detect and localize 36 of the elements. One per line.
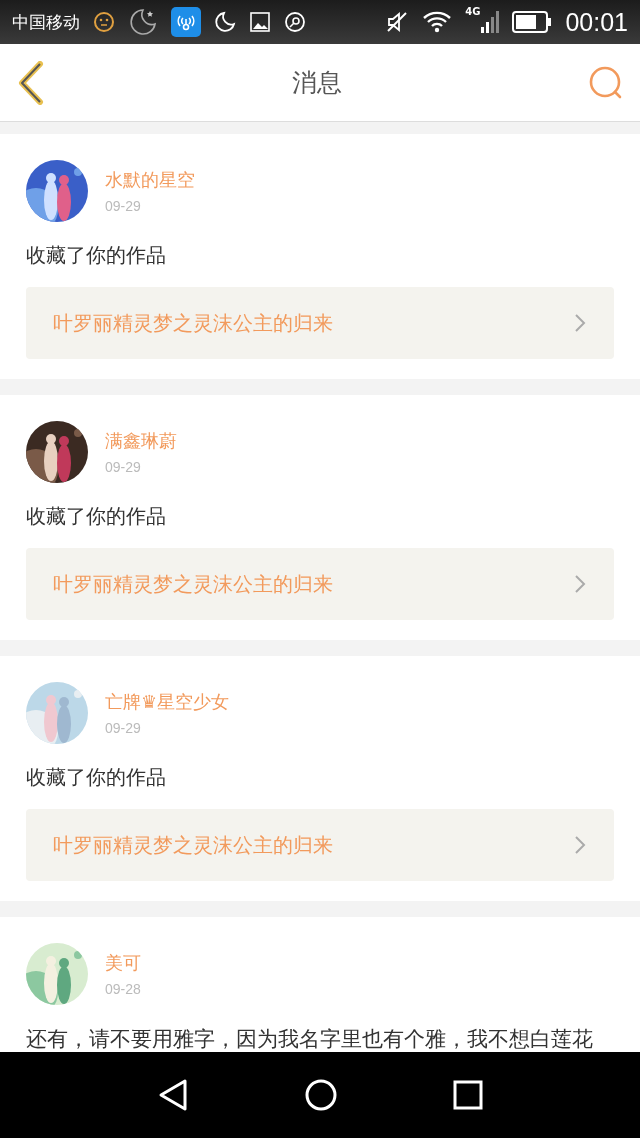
- chevron-right-icon: [574, 574, 586, 594]
- network-type: 4G: [465, 6, 481, 17]
- moon-icon: [214, 11, 236, 33]
- moon-star-icon: [128, 7, 158, 37]
- user-name[interactable]: 亡牌♛星空少女: [105, 690, 230, 714]
- back-nav-button[interactable]: [157, 1078, 190, 1112]
- chevron-right-icon: [574, 313, 586, 333]
- signal-icon: [481, 11, 500, 33]
- face-icon: [93, 11, 115, 33]
- user-name[interactable]: 满鑫琳蔚: [105, 429, 177, 453]
- message-date: 09-29: [105, 720, 142, 736]
- key-circle-icon: [284, 11, 306, 33]
- clock-time: 00:01: [565, 7, 628, 37]
- work-link[interactable]: 叶罗丽精灵梦之灵沫公主的归来: [26, 809, 614, 881]
- image-icon: [249, 11, 271, 33]
- work-link[interactable]: 叶罗丽精灵梦之灵沫公主的归来: [26, 287, 614, 359]
- recents-nav-button[interactable]: [452, 1080, 483, 1110]
- message-text: 收藏了你的作品: [26, 503, 167, 530]
- back-button[interactable]: [16, 60, 46, 105]
- carrier-name: 中国移动: [12, 10, 80, 34]
- message-text: 收藏了你的作品: [26, 242, 167, 269]
- battery-icon: [512, 11, 553, 33]
- page-title: 消息: [292, 67, 342, 99]
- work-link[interactable]: 叶罗丽精灵梦之灵沫公主的归来: [26, 548, 614, 620]
- user-name[interactable]: 水默的星空: [105, 168, 195, 192]
- message-text: 收藏了你的作品: [26, 764, 167, 791]
- message-date: 09-29: [105, 459, 142, 475]
- message-date: 09-29: [105, 198, 142, 214]
- wifi-key-icon: [171, 7, 201, 37]
- message-date: 09-28: [105, 981, 141, 997]
- chevron-right-icon: [574, 835, 586, 855]
- home-nav-button[interactable]: [304, 1078, 338, 1112]
- mute-icon: [385, 10, 410, 34]
- user-name[interactable]: 美可: [105, 951, 141, 975]
- message-text: 还有，请不要用雅字，因为我名字里也有个雅，我不想白莲花: [26, 1026, 594, 1052]
- wifi-icon: [422, 10, 453, 34]
